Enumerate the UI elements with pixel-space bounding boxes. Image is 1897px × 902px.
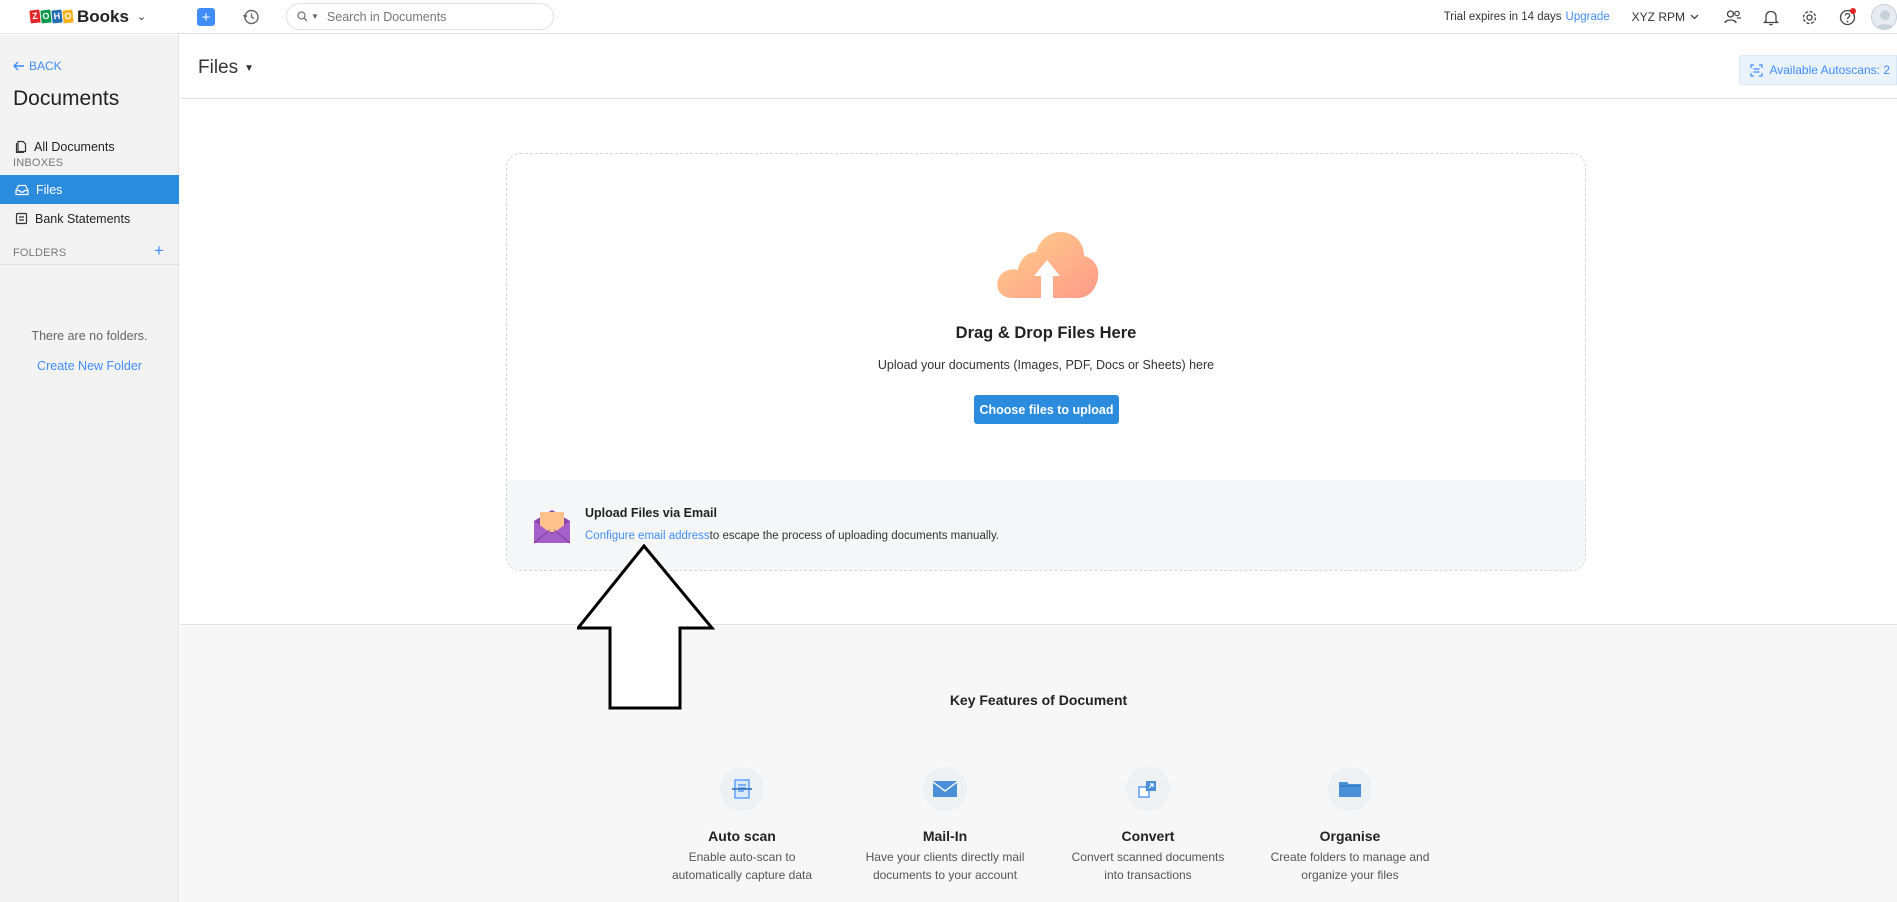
sidebar-item-label: All Documents bbox=[34, 139, 115, 154]
page-heading: Files bbox=[198, 57, 239, 78]
mail-icon bbox=[923, 767, 967, 811]
feature-description: Enable auto-scan to automatically captur… bbox=[671, 850, 813, 882]
feature-mail-in: Mail-In Have your clients directly mail … bbox=[860, 767, 1030, 884]
arrow-left-icon bbox=[13, 61, 24, 71]
users-icon[interactable] bbox=[1723, 7, 1743, 27]
dropzone-title: Drag & Drop Files Here bbox=[955, 324, 1137, 342]
chevron-down-icon[interactable]: ⌄ bbox=[137, 10, 146, 23]
search-input[interactable] bbox=[326, 9, 527, 24]
caret-down-icon: ▼ bbox=[244, 62, 255, 74]
feature-description: Convert scanned documents into transacti… bbox=[1071, 850, 1225, 882]
search-scope-dropdown[interactable]: ▼ bbox=[311, 12, 319, 21]
page-title: Documents bbox=[13, 87, 120, 110]
org-switcher[interactable]: XYZ RPM bbox=[1632, 10, 1699, 24]
search-bar[interactable]: ▼ bbox=[286, 3, 554, 30]
email-upload-description: Configure email addressto escape the pro… bbox=[585, 530, 999, 542]
org-name: XYZ RPM bbox=[1631, 10, 1685, 24]
zoho-logo: ZOHO bbox=[29, 9, 74, 24]
feature-organise: Organise Create folders to manage and or… bbox=[1265, 767, 1435, 884]
empty-folders-text: There are no folders. bbox=[31, 329, 148, 343]
autoscan-count: Available Autoscans: 2 bbox=[1769, 63, 1890, 77]
sidebar: BACK Documents All Documents INBOXES Fil… bbox=[0, 35, 179, 902]
avatar[interactable] bbox=[1871, 4, 1897, 30]
sidebar-divider bbox=[0, 264, 179, 265]
key-features-section: Key Features of Document Auto scan Enabl… bbox=[180, 626, 1897, 902]
arrow-up-icon bbox=[577, 544, 716, 710]
feature-description: Create folders to manage and organize yo… bbox=[1270, 850, 1430, 882]
drop-zone[interactable]: Drag & Drop Files Here Upload your docum… bbox=[506, 153, 1586, 571]
chevron-down-icon bbox=[1690, 14, 1699, 20]
create-folder-link[interactable]: Create New Folder bbox=[0, 359, 179, 373]
search-icon bbox=[297, 11, 308, 22]
content-header: Files ▼ Available Autoscans: 2 bbox=[180, 35, 1897, 99]
feature-description: Have your clients directly mail document… bbox=[865, 850, 1025, 882]
notification-dot bbox=[1850, 8, 1856, 14]
key-features-title: Key Features of Document bbox=[949, 692, 1128, 708]
envelope-icon bbox=[533, 510, 571, 544]
inbox-icon bbox=[15, 184, 29, 195]
scan-icon bbox=[1750, 63, 1764, 77]
notifications-icon[interactable] bbox=[1761, 7, 1781, 27]
app-logo[interactable]: ZOHO Books ⌄ bbox=[29, 0, 146, 34]
folder-icon bbox=[1328, 767, 1372, 811]
configure-email-link[interactable]: Configure email address bbox=[585, 530, 710, 542]
convert-icon bbox=[1126, 767, 1170, 811]
feature-title: Organise bbox=[1319, 828, 1381, 844]
autoscan-badge[interactable]: Available Autoscans: 2 bbox=[1739, 55, 1897, 85]
scan-icon bbox=[720, 767, 764, 811]
add-folder-button[interactable]: + bbox=[154, 242, 164, 259]
sidebar-item-bank-statements[interactable]: Bank Statements bbox=[0, 204, 179, 233]
email-upload-title: Upload Files via Email bbox=[585, 506, 717, 520]
settings-icon[interactable] bbox=[1799, 7, 1819, 27]
history-icon[interactable] bbox=[242, 8, 260, 26]
sidebar-item-label: Bank Statements bbox=[35, 211, 131, 226]
documents-icon bbox=[15, 140, 27, 153]
feature-title: Mail-In bbox=[922, 828, 968, 844]
choose-files-button[interactable]: Choose files to upload bbox=[974, 395, 1119, 424]
files-view-dropdown[interactable]: Files ▼ bbox=[198, 57, 254, 79]
feature-title: Convert bbox=[1121, 828, 1175, 844]
back-link[interactable]: BACK bbox=[13, 59, 62, 73]
sidebar-item-label: Files bbox=[36, 182, 63, 197]
feature-title: Auto scan bbox=[708, 828, 776, 844]
trial-notice: Trial expires in 14 days Upgrade bbox=[1444, 11, 1610, 23]
dropzone-subtitle: Upload your documents (Images, PDF, Docs… bbox=[877, 358, 1215, 372]
folders-heading: FOLDERS bbox=[13, 247, 67, 259]
trial-text: Trial expires in 14 days bbox=[1443, 11, 1562, 23]
upgrade-link[interactable]: Upgrade bbox=[1566, 11, 1610, 23]
feature-auto-scan: Auto scan Enable auto-scan to automatica… bbox=[657, 767, 827, 884]
help-icon[interactable] bbox=[1837, 7, 1857, 27]
quick-create-button[interactable]: + bbox=[197, 8, 215, 26]
feature-convert: Convert Convert scanned documents into t… bbox=[1063, 767, 1233, 884]
cloud-upload-icon bbox=[997, 232, 1099, 298]
brand-name: Books bbox=[77, 6, 129, 26]
top-bar: ZOHO Books ⌄ + ▼ Trial expires in 14 day… bbox=[0, 0, 1897, 34]
sidebar-item-files[interactable]: Files bbox=[0, 175, 179, 204]
bank-statement-icon bbox=[15, 212, 28, 225]
email-upload-rest: to escape the process of uploading docum… bbox=[709, 530, 1000, 542]
inboxes-heading: INBOXES bbox=[13, 157, 64, 169]
back-label: BACK bbox=[29, 59, 62, 73]
